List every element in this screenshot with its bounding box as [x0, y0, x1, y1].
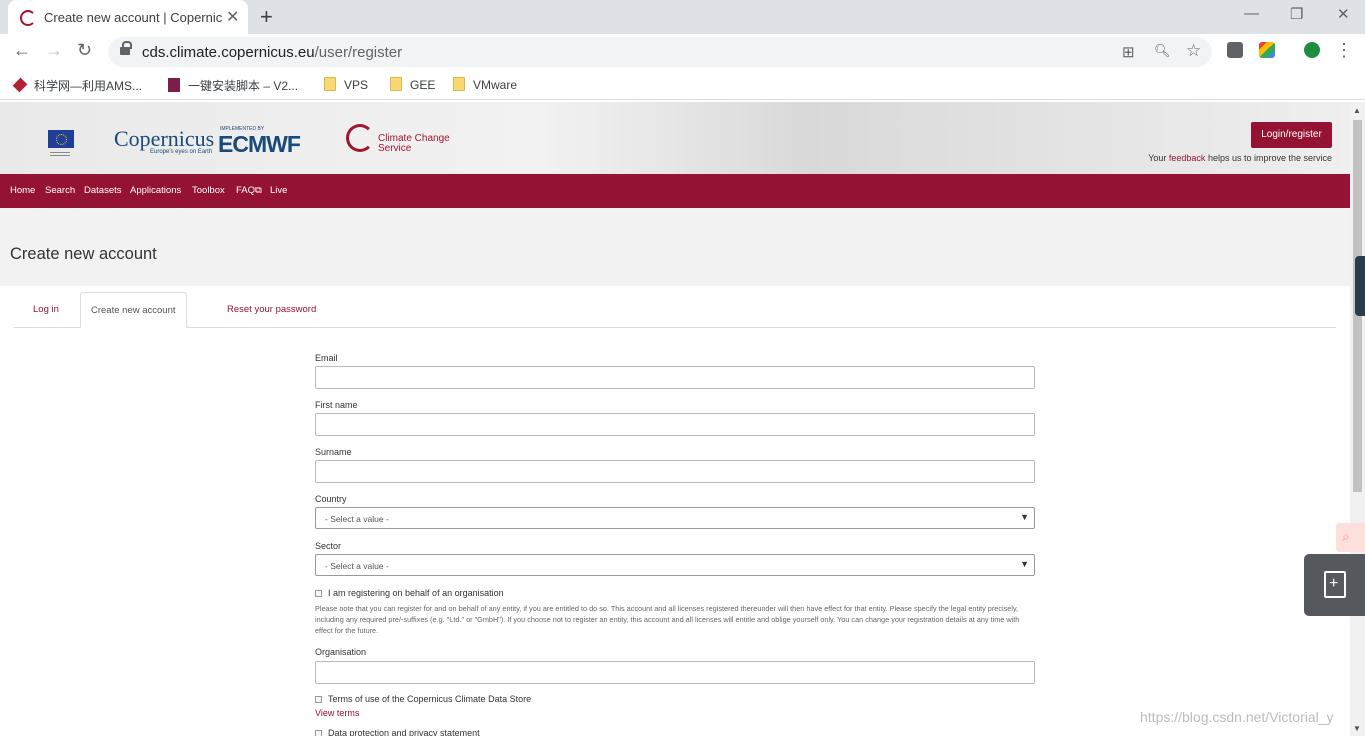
organisation-field[interactable]: [315, 661, 1035, 684]
dropdown-arrow-icon: ▼: [1020, 559, 1029, 569]
main-nav: Home Search Datasets Applications Toolbo…: [0, 174, 1350, 208]
nav-live[interactable]: Live: [270, 185, 287, 196]
folder-icon: [390, 77, 402, 91]
view-terms-link[interactable]: View terms: [315, 708, 359, 718]
email-label: Email: [315, 353, 338, 363]
page-scrollbar[interactable]: ▲ ▼: [1350, 102, 1365, 736]
first-name-label: First name: [315, 400, 358, 410]
window-close-button[interactable]: ✕: [1337, 5, 1350, 23]
address-bar[interactable]: cds.climate.copernicus.eu/user/register …: [108, 37, 1212, 67]
site-icon: [12, 77, 28, 93]
site-icon: [168, 78, 180, 92]
nav-toolbox[interactable]: Toolbox: [192, 185, 225, 196]
privacy-checkbox[interactable]: [315, 730, 322, 736]
translate-icon[interactable]: ⊞: [1122, 43, 1135, 61]
new-tab-button[interactable]: +: [260, 4, 273, 30]
external-link-icon: ⧉: [255, 185, 262, 196]
folder-icon: [324, 77, 336, 91]
country-select[interactable]: - Select a value - ▼: [315, 507, 1035, 529]
nav-applications[interactable]: Applications: [130, 185, 181, 196]
back-arrow-icon[interactable]: ←: [13, 40, 31, 61]
browser-toolbar: ← → ↻ cds.climate.copernicus.eu/user/reg…: [0, 34, 1365, 70]
c3s-logo-icon: [346, 124, 374, 152]
url-text[interactable]: cds.climate.copernicus.eu/user/register: [142, 44, 402, 61]
floating-add-document-button[interactable]: +: [1304, 554, 1365, 616]
browser-tabstrip: Create new account | Copernic ✕ + — ❐ ✕: [0, 0, 1365, 34]
organisation-label: Organisation: [315, 647, 367, 657]
watermark: https://blog.csdn.net/Victorial_y: [1140, 709, 1334, 725]
c3s-logo-text[interactable]: Climate Change Service: [378, 134, 450, 154]
feedback-note: Your feedback helps us to improve the se…: [1148, 153, 1332, 163]
browser-tab[interactable]: Create new account | Copernic ✕: [8, 0, 248, 34]
first-name-field[interactable]: [315, 413, 1035, 436]
youtube-extension-icon[interactable]: [1227, 42, 1243, 58]
reload-icon[interactable]: ↻: [77, 40, 92, 61]
bookmark-folder[interactable]: VMware: [453, 77, 517, 92]
minimize-button[interactable]: —: [1244, 5, 1259, 22]
account-tabs: Log in Create new account Reset your pas…: [14, 292, 1336, 328]
sector-select[interactable]: - Select a value - ▼: [315, 554, 1035, 576]
copernicus-tagline: Europe's eyes on Earth: [150, 149, 213, 155]
bookmark-item[interactable]: 一键安装脚本 – V2...: [168, 77, 298, 94]
tab-close-icon[interactable]: ✕: [226, 7, 239, 27]
tab-reset-password[interactable]: Reset your password: [227, 304, 316, 315]
search-icon: ⌕: [1342, 528, 1350, 544]
sector-label: Sector: [315, 541, 342, 551]
feedback-link[interactable]: feedback: [1169, 153, 1206, 163]
sector-select-value: - Select a value -: [325, 561, 389, 571]
dropdown-arrow-icon: ▼: [1020, 512, 1029, 522]
bookmark-star-icon[interactable]: ☆: [1186, 41, 1201, 61]
scroll-up-arrow-icon[interactable]: ▲: [1353, 106, 1361, 115]
bookmark-item[interactable]: 科学网—利用AMS...: [12, 77, 142, 94]
shield-extension-icon[interactable]: [1304, 42, 1320, 58]
folder-icon: [453, 77, 465, 91]
side-widget-handle[interactable]: [1355, 256, 1365, 316]
country-label: Country: [315, 494, 347, 504]
surname-field[interactable]: [315, 460, 1035, 483]
terms-checkbox[interactable]: [315, 696, 322, 703]
title-band: Create new account: [0, 208, 1350, 286]
web-page: Copernicus Europe's eyes on Earth IMPLEM…: [0, 102, 1350, 736]
tab-create-account[interactable]: Create new account: [80, 292, 187, 328]
scroll-down-arrow-icon[interactable]: ▼: [1353, 724, 1361, 733]
restore-button[interactable]: ❐: [1290, 5, 1303, 23]
browser-menu-icon[interactable]: ⋮: [1335, 40, 1353, 61]
site-header: Copernicus Europe's eyes on Earth IMPLEM…: [0, 102, 1350, 174]
lock-icon[interactable]: [120, 41, 132, 56]
nav-search[interactable]: Search: [45, 185, 75, 196]
eu-caption: [48, 150, 74, 158]
copernicus-favicon-icon: [20, 10, 36, 26]
ecmwf-logo[interactable]: ECMWF: [218, 131, 301, 158]
organisation-checkbox[interactable]: [315, 590, 322, 597]
nav-datasets[interactable]: Datasets: [84, 185, 122, 196]
colorful-extension-icon[interactable]: [1259, 42, 1275, 58]
floating-search-button[interactable]: ⌕: [1336, 523, 1365, 552]
bookmarks-bar: 科学网—利用AMS... 一键安装脚本 – V2... VPS GEE VMwa…: [0, 70, 1365, 100]
organisation-help-text: Please note that you can register for an…: [315, 604, 1020, 635]
forward-arrow-icon[interactable]: →: [45, 40, 63, 61]
surname-label: Surname: [315, 447, 352, 457]
country-select-value: - Select a value -: [325, 514, 389, 524]
privacy-checkbox-label[interactable]: Data protection and privacy statement: [328, 728, 480, 736]
tab-log-in[interactable]: Log in: [33, 304, 59, 315]
organisation-checkbox-label[interactable]: I am registering on behalf of an organis…: [328, 588, 504, 598]
bookmark-folder[interactable]: GEE: [390, 77, 435, 92]
terms-checkbox-label[interactable]: Terms of use of the Copernicus Climate D…: [328, 694, 531, 704]
tab-title: Create new account | Copernic: [44, 10, 222, 25]
page-title: Create new account: [10, 245, 157, 263]
email-field[interactable]: [315, 366, 1035, 389]
bookmark-folder[interactable]: VPS: [324, 77, 368, 92]
add-document-icon: +: [1324, 571, 1346, 598]
login-register-button[interactable]: Login/register: [1251, 122, 1332, 148]
zoom-icon[interactable]: 🔍︎: [1154, 43, 1171, 59]
nav-home[interactable]: Home: [10, 185, 35, 196]
eu-flag-logo: [48, 130, 74, 148]
nav-faq[interactable]: FAQ⧉: [236, 185, 262, 196]
